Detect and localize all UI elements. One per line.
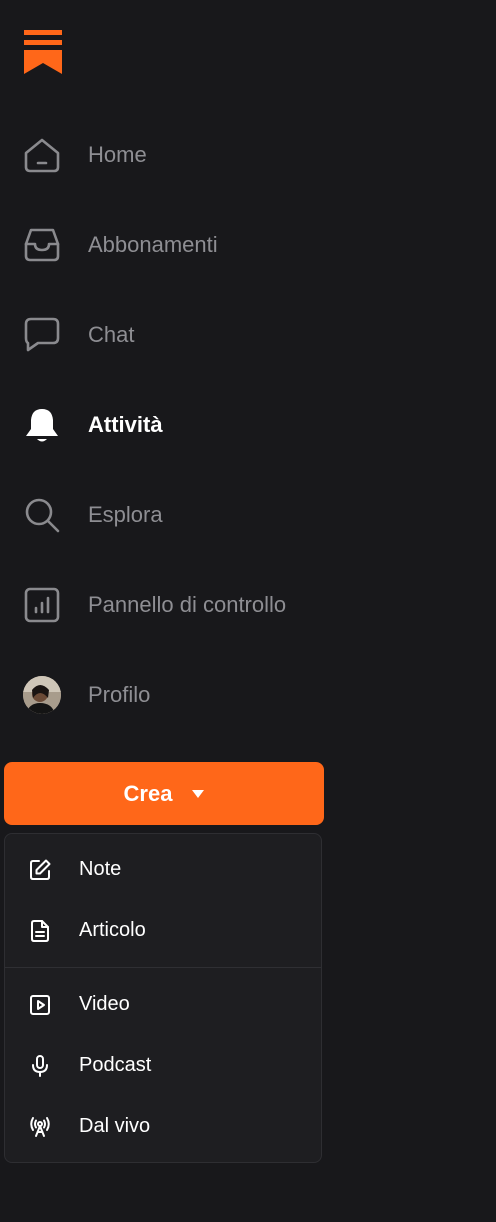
nav-label-subscriptions: Abbonamenti <box>88 232 218 257</box>
nav-label-explore: Esplora <box>88 502 163 527</box>
create-button[interactable]: Crea <box>4 762 324 825</box>
edit-note-icon <box>27 857 53 883</box>
chat-bubble-icon <box>22 315 62 355</box>
video-play-icon <box>27 992 53 1018</box>
inbox-icon <box>22 225 62 265</box>
microphone-icon <box>27 1053 53 1079</box>
nav-label-activity: Attività <box>88 412 163 437</box>
nav-item-profile[interactable]: Profilo <box>0 650 340 740</box>
search-icon <box>22 495 62 535</box>
menu-item-video[interactable]: Video <box>5 974 321 1035</box>
home-icon <box>22 135 62 175</box>
avatar <box>23 676 61 714</box>
create-button-label: Crea <box>123 780 173 806</box>
dashboard-chart-icon <box>22 585 62 625</box>
nav-label-chat: Chat <box>88 322 135 347</box>
sidebar-nav: Home Abbonamenti Chat Attività Esplora P… <box>0 110 340 740</box>
create-menu: Note Articolo Video Podcast Dal vivo <box>4 833 322 1163</box>
document-icon <box>27 918 53 944</box>
bell-icon <box>22 405 62 445</box>
menu-item-podcast[interactable]: Podcast <box>5 1035 321 1096</box>
nav-item-subscriptions[interactable]: Abbonamenti <box>0 200 340 290</box>
nav-label-home: Home <box>88 142 147 167</box>
caret-down-icon <box>192 789 205 798</box>
nav-item-activity[interactable]: Attività <box>0 380 340 470</box>
nav-item-chat[interactable]: Chat <box>0 290 340 380</box>
menu-item-note[interactable]: Note <box>5 839 321 900</box>
nav-label-profile: Profilo <box>88 682 151 707</box>
nav-item-home[interactable]: Home <box>0 110 340 200</box>
nav-item-dashboard[interactable]: Pannello di controllo <box>0 560 340 650</box>
menu-label-video: Video <box>79 993 130 1015</box>
menu-label-live: Dal vivo <box>79 1115 151 1137</box>
live-broadcast-icon <box>27 1114 53 1140</box>
menu-label-article: Articolo <box>79 919 146 941</box>
menu-divider <box>5 967 321 968</box>
substack-logo-icon[interactable] <box>24 30 62 74</box>
menu-item-live[interactable]: Dal vivo <box>5 1096 321 1157</box>
menu-label-podcast: Podcast <box>79 1054 152 1076</box>
menu-label-note: Note <box>79 858 122 880</box>
nav-label-dashboard: Pannello di controllo <box>88 592 287 617</box>
nav-item-explore[interactable]: Esplora <box>0 470 340 560</box>
menu-item-article[interactable]: Articolo <box>5 900 321 961</box>
